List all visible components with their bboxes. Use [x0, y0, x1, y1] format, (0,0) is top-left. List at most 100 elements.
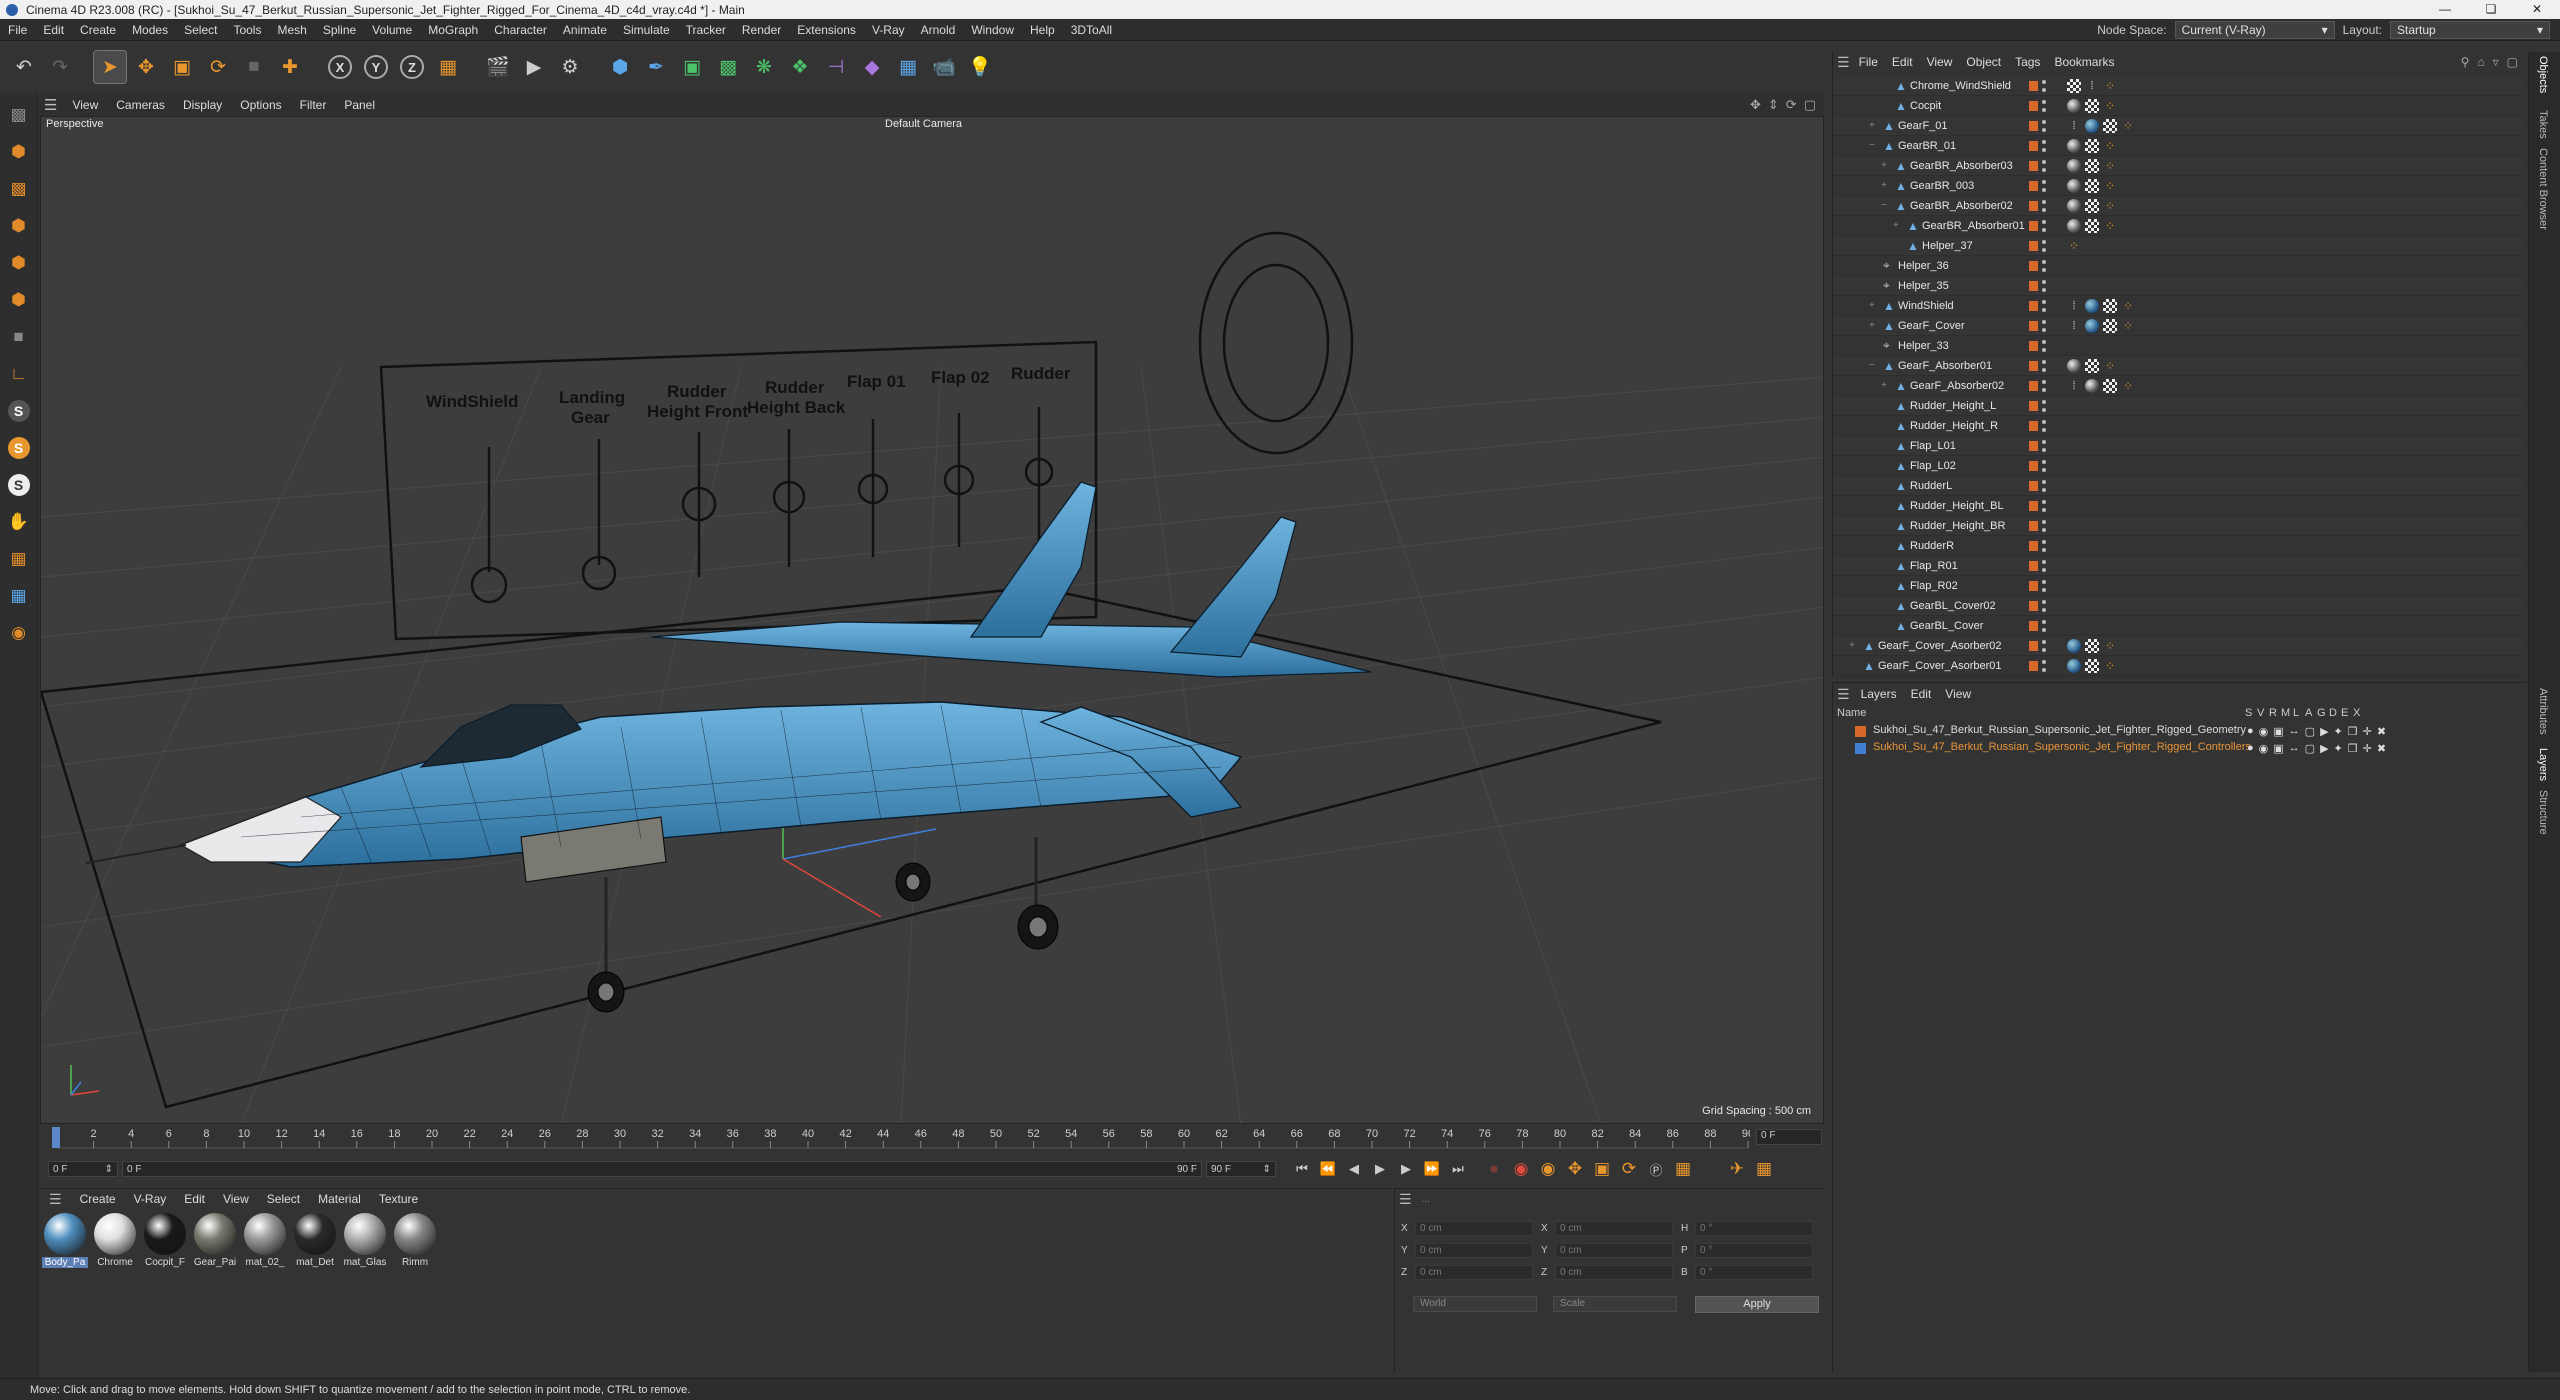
texture-tag-icon[interactable]	[2085, 158, 2099, 173]
pos-y-field[interactable]: 0 cm	[1415, 1242, 1533, 1258]
end-frame-field[interactable]: 90 F ⇕	[1206, 1161, 1276, 1177]
maximize-view-icon[interactable]: ▢	[1804, 97, 1816, 113]
menu-help[interactable]: Help	[1022, 23, 1063, 37]
material-tag-icon[interactable]	[2085, 318, 2099, 333]
material-menu-texture[interactable]: Texture	[370, 1192, 427, 1206]
expand-icon[interactable]: +	[1869, 300, 1875, 311]
layer-color-swatch[interactable]	[2029, 140, 2038, 151]
su47-aircraft-model[interactable]	[85, 481, 1372, 1013]
layer-menu-edit[interactable]: Edit	[1904, 687, 1939, 701]
xpresso-tag-icon[interactable]: ⁘	[2103, 639, 2117, 653]
collapse-icon[interactable]: −	[1881, 200, 1887, 211]
texture-tag-icon[interactable]	[2085, 658, 2099, 673]
layer-color-swatch[interactable]	[2029, 360, 2038, 371]
layer-flag-toggle-icon[interactable]: ✛	[2363, 742, 2372, 755]
object-row[interactable]: + ▲ GearF_Cover ⁞ ⁘	[1833, 316, 2523, 336]
menu-vray[interactable]: V-Ray	[864, 23, 913, 37]
layer-color-swatch[interactable]	[2029, 320, 2038, 331]
hamburger-icon[interactable]: ☰	[1837, 686, 1850, 703]
layer-color-swatch[interactable]	[2029, 500, 2038, 511]
visibility-dots-icon[interactable]	[2042, 619, 2046, 632]
expand-icon[interactable]: +	[1869, 120, 1875, 131]
visibility-dots-icon[interactable]	[2042, 199, 2046, 212]
material-swatch[interactable]: mat_Glas	[342, 1213, 388, 1268]
object-menu-view[interactable]: View	[1920, 55, 1960, 69]
visibility-dots-icon[interactable]	[2042, 499, 2046, 512]
layer-flag-toggle-icon[interactable]: ▣	[2273, 742, 2283, 755]
object-row[interactable]: ▲ GearBL_Cover02	[1833, 596, 2523, 616]
menu-spline[interactable]: Spline	[315, 23, 364, 37]
material-tag-icon[interactable]	[2067, 218, 2081, 233]
material-swatch[interactable]: Rimm	[392, 1213, 438, 1268]
size-x-field[interactable]: 0 cm	[1555, 1220, 1673, 1236]
texture-tag-icon[interactable]	[2085, 218, 2099, 233]
object-row[interactable]: ▲ Cocpit ⁘	[1833, 96, 2523, 116]
object-row[interactable]: ▲ Helper_37 ⁘	[1833, 236, 2523, 256]
menu-character[interactable]: Character	[486, 23, 555, 37]
polygons-mode-button[interactable]: ⬢	[4, 284, 34, 316]
object-row[interactable]: ▲ RudderR	[1833, 536, 2523, 556]
rot-p-field[interactable]: 0 °	[1695, 1242, 1813, 1258]
pan-icon[interactable]: ✥	[1750, 97, 1761, 113]
xpresso-tag-icon[interactable]: ⁘	[2121, 379, 2135, 393]
visibility-dots-icon[interactable]	[2042, 519, 2046, 532]
key-rotation-button[interactable]: ⟳	[1617, 1157, 1641, 1181]
maximize-button[interactable]: ❏	[2468, 0, 2514, 19]
layer-color-swatch[interactable]	[2029, 560, 2038, 571]
pos-x-field[interactable]: 0 cm	[1415, 1220, 1533, 1236]
menu-animate[interactable]: Animate	[555, 23, 615, 37]
layer-menu-view[interactable]: View	[1938, 687, 1978, 701]
layer-color-swatch[interactable]	[2029, 260, 2038, 271]
material-tag-icon[interactable]	[2067, 358, 2081, 373]
texture-tag-icon[interactable]	[2103, 118, 2117, 133]
slider-knob-windshield[interactable]	[470, 566, 508, 604]
layer-flag-column[interactable]: L	[2293, 707, 2299, 719]
timeline-window-button[interactable]: ▦	[1752, 1157, 1776, 1181]
node-space-dropdown[interactable]: Current (V-Ray) ▾	[2174, 21, 2335, 39]
material-menu-select[interactable]: Select	[258, 1192, 309, 1206]
layer-flag-toggle-icon[interactable]: ✦	[2334, 725, 2343, 738]
layer-flag-toggle-icon[interactable]: ◉	[2259, 742, 2269, 755]
filter-icon[interactable]: ▿	[2493, 55, 2499, 69]
recent-tools-button[interactable]: ■	[238, 51, 270, 83]
expand-icon[interactable]: +	[1869, 320, 1875, 331]
mograph-button[interactable]: ❖	[784, 51, 816, 83]
new-window-icon[interactable]: ▢	[2507, 55, 2518, 69]
texture-tag-icon[interactable]	[2085, 178, 2099, 193]
play-button[interactable]: ▶	[1368, 1157, 1392, 1181]
layer-flag-toggle-icon[interactable]: ▢	[2305, 742, 2315, 755]
visibility-dots-icon[interactable]	[2042, 139, 2046, 152]
layer-flag-toggle-icon[interactable]: ▢	[2305, 725, 2315, 738]
layer-color-swatch[interactable]	[2029, 520, 2038, 531]
viewport-menu-panel[interactable]: Panel	[335, 98, 384, 112]
layer-flag-toggle-icon[interactable]: ✦	[2334, 742, 2343, 755]
menu-mograph[interactable]: MoGraph	[420, 23, 486, 37]
visibility-dots-icon[interactable]	[2042, 79, 2046, 92]
material-tag-icon[interactable]	[2067, 178, 2081, 193]
layer-color-swatch[interactable]	[2029, 600, 2038, 611]
viewport-menu-cameras[interactable]: Cameras	[107, 98, 174, 112]
key-scale-button[interactable]: ▣	[1590, 1157, 1614, 1181]
layer-flag-toggle-icon[interactable]: ❒	[2348, 742, 2358, 755]
xpresso-tag-icon[interactable]: ⁘	[2103, 219, 2117, 233]
object-row[interactable]: + ▲ GearF_Absorber02 ⁞ ⁘	[1833, 376, 2523, 396]
prev-frame-button[interactable]: ◀	[1342, 1157, 1366, 1181]
object-row[interactable]: ▲ Rudder_Height_BL	[1833, 496, 2523, 516]
object-row[interactable]: ▲ Rudder_Height_R	[1833, 416, 2523, 436]
material-tag-icon[interactable]	[2067, 98, 2081, 113]
layer-flag-column[interactable]: R	[2269, 707, 2277, 719]
material-tag-icon[interactable]	[2085, 378, 2099, 393]
orbit-icon[interactable]: ⟳	[1786, 97, 1797, 113]
constraint-tag-icon[interactable]: ⁞	[2067, 299, 2081, 313]
texture-tag-icon[interactable]	[2067, 78, 2081, 93]
material-tag-icon[interactable]	[2085, 298, 2099, 313]
layer-color-swatch[interactable]	[1855, 726, 1866, 737]
axis-button[interactable]: ✚	[274, 51, 306, 83]
object-menu-object[interactable]: Object	[1959, 55, 2008, 69]
size-z-field[interactable]: 0 cm	[1555, 1264, 1673, 1280]
collapse-icon[interactable]: −	[1869, 360, 1875, 371]
xpresso-tag-icon[interactable]: ⁘	[2103, 659, 2117, 673]
menu-modes[interactable]: Modes	[124, 23, 176, 37]
layer-color-swatch[interactable]	[2029, 240, 2038, 251]
texture-tag-icon[interactable]	[2103, 318, 2117, 333]
